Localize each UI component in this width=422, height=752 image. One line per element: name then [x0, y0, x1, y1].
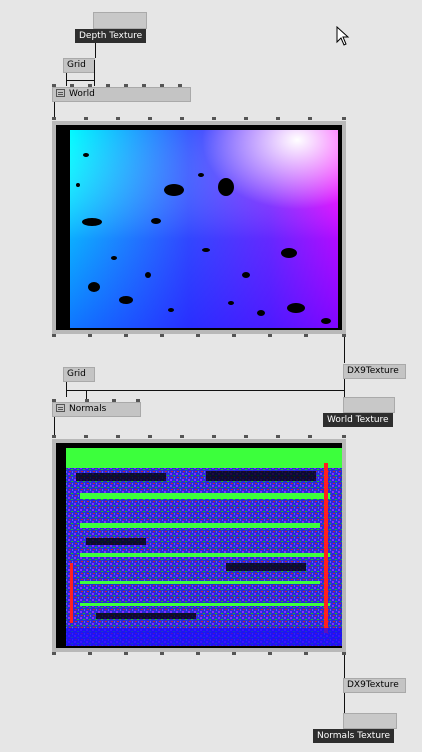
world-renderer-view[interactable]	[52, 121, 346, 334]
dx9texture-label: DX9Texture	[347, 366, 399, 376]
depth-texture-iobox[interactable]	[93, 12, 147, 29]
wire	[95, 43, 96, 58]
normals-node-label: Normals	[69, 404, 107, 414]
wire	[344, 693, 345, 713]
renderer-world-pins-bottom	[52, 334, 346, 337]
menu-icon	[56, 404, 65, 412]
world-node[interactable]: World	[52, 87, 191, 102]
world-node-label: World	[69, 89, 95, 99]
world-texture-label: World Texture	[323, 413, 393, 427]
wire	[344, 379, 345, 397]
world-texture-iobox[interactable]	[343, 397, 395, 413]
renderer-normals-pins-bottom	[52, 652, 346, 655]
wire	[66, 80, 94, 81]
normals-renderer-view[interactable]	[52, 439, 346, 652]
depth-texture-label: Depth Texture	[75, 29, 147, 43]
dx9texture-node-world[interactable]: DX9Texture	[343, 364, 406, 379]
grid-node-label: Grid	[67, 60, 86, 70]
wire	[54, 102, 55, 118]
wire	[66, 390, 344, 391]
world-pins	[52, 84, 191, 87]
dx9texture-node-normals[interactable]: DX9Texture	[343, 678, 406, 693]
grid-node-top[interactable]: Grid	[63, 58, 95, 73]
renderer-world-pins-top	[52, 117, 346, 120]
world-depth-image	[66, 130, 338, 328]
grid-node-bottom[interactable]: Grid	[63, 367, 95, 382]
renderer-normals-pins-top	[52, 435, 346, 438]
normals-node[interactable]: Normals	[52, 402, 141, 417]
grid-node-label: Grid	[67, 369, 86, 379]
normals-pins	[52, 399, 141, 402]
wire	[54, 417, 55, 435]
wire	[94, 60, 95, 86]
normals-image	[66, 448, 342, 646]
menu-icon	[56, 89, 65, 97]
normals-texture-iobox[interactable]	[343, 713, 397, 729]
wire	[344, 337, 345, 363]
dx9texture-label: DX9Texture	[347, 680, 399, 690]
wire	[344, 655, 345, 678]
normals-texture-label: Normals Texture	[313, 729, 395, 743]
mouse-pointer-icon	[336, 26, 350, 46]
